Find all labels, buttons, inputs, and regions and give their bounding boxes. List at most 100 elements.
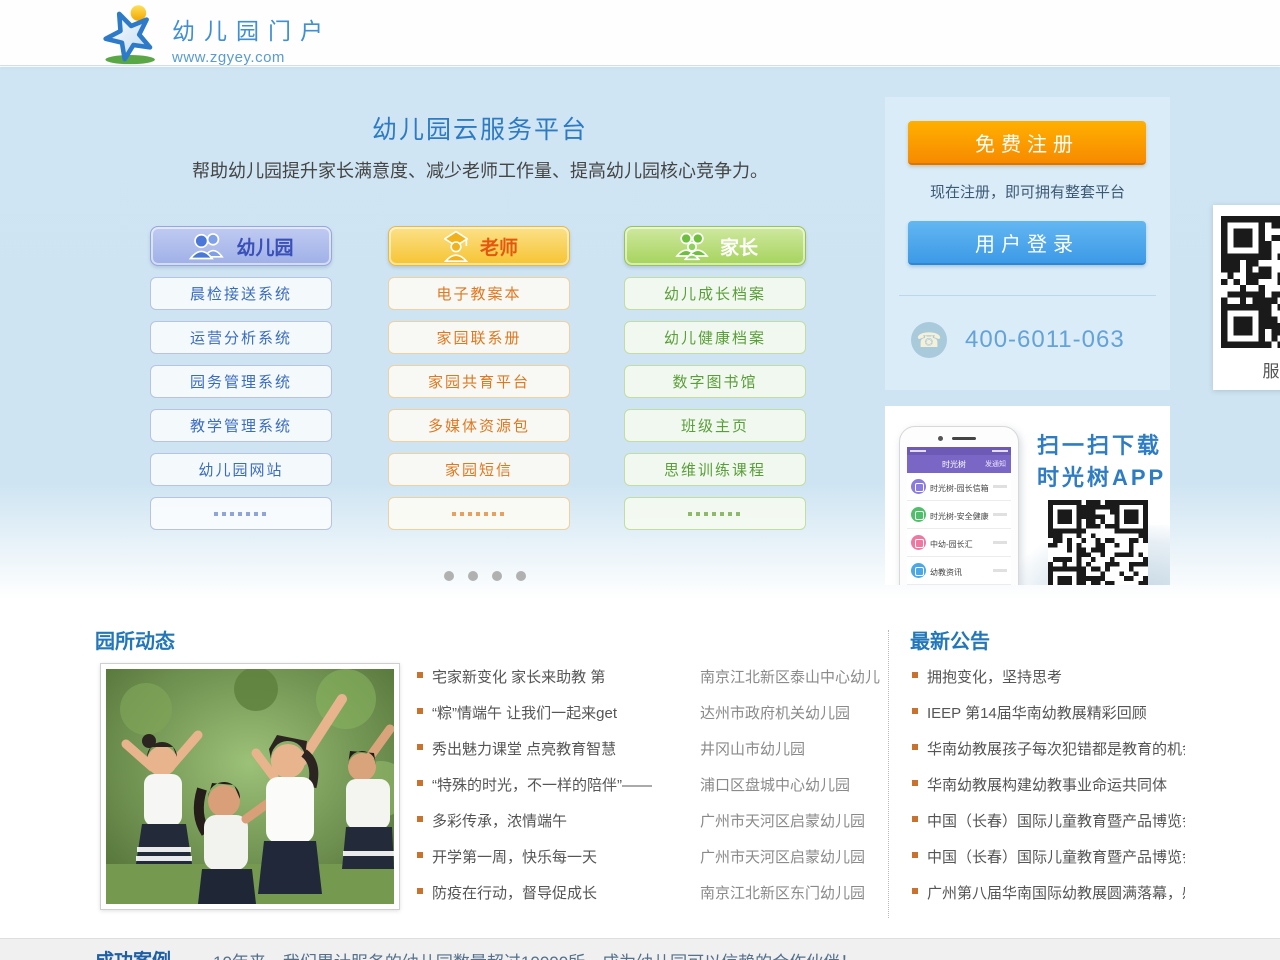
- notice-row[interactable]: 中国（长春）国际儿童教育暨产品博览会: [910, 810, 1185, 846]
- news-title[interactable]: 多彩传承，浓情端午: [432, 810, 700, 831]
- success-cases-bar: 成功案例 10年来，我们累计服务的幼儿园数量超过10000所，成为幼儿园可以信赖…: [0, 938, 1280, 960]
- news-title[interactable]: 防疫在行动，督导促成长: [432, 882, 700, 903]
- dotted-divider: [888, 630, 889, 918]
- register-button[interactable]: 免费注册: [908, 121, 1146, 165]
- success-cases-label[interactable]: 成功案例: [95, 946, 171, 960]
- column-teacher-header[interactable]: 老师: [388, 226, 570, 266]
- news-row[interactable]: 宅家新变化 家长来助教 第南京江北新区泰山中心幼儿: [415, 666, 880, 702]
- notice-section-title: 最新公告: [910, 625, 990, 654]
- notice-title[interactable]: IEEP 第14届华南幼教展精彩回顾: [927, 702, 1185, 723]
- menu-item[interactable]: 家园联系册: [388, 321, 570, 354]
- family-icon: [672, 231, 712, 261]
- menu-item[interactable]: 运营分析系统: [150, 321, 332, 354]
- menu-item[interactable]: 家园短信: [388, 453, 570, 486]
- hotline-row: ☎ 400-6011-063: [911, 322, 1125, 358]
- principal-icon: [911, 535, 926, 550]
- site-logo-star-icon[interactable]: [100, 2, 164, 66]
- carousel-dot[interactable]: [492, 571, 502, 581]
- bullet-icon: [912, 852, 918, 858]
- news-row[interactable]: “特殊的时光，不一样的陪伴”——浦口区盘城中心幼儿园: [415, 774, 880, 810]
- bullet-icon: [912, 708, 918, 714]
- menu-item-more[interactable]: [388, 497, 570, 530]
- news-row[interactable]: “粽”情端午 让我们一起来get达州市政府机关幼儿园: [415, 702, 880, 738]
- notice-title[interactable]: 拥抱变化，坚持思考: [927, 666, 1185, 687]
- column-kindergarten-label: 幼儿园: [236, 233, 293, 260]
- hero-subtitle: 帮助幼儿园提升家长满意度、减少老师工作量、提高幼儿园核心竞争力。: [60, 157, 900, 183]
- news-section-title: 园所动态: [95, 625, 175, 654]
- login-button[interactable]: 用户登录: [908, 221, 1146, 265]
- app-item-time: [993, 485, 1007, 488]
- news-source: 井冈山市幼儿园: [700, 738, 805, 759]
- menu-item[interactable]: 班级主页: [624, 409, 806, 442]
- column-parents: 家长 幼儿成长档案 幼儿健康档案 数字图书馆 班级主页 思维训练课程: [624, 226, 806, 530]
- notice-title[interactable]: 中国（长春）国际儿童教育暨产品博览会: [927, 810, 1185, 831]
- notice-title[interactable]: 中国（长春）国际儿童教育暨产品博览会: [927, 846, 1185, 867]
- news-list: 宅家新变化 家长来助教 第南京江北新区泰山中心幼儿 “粽”情端午 让我们一起来g…: [415, 666, 880, 918]
- app-action: 发通知: [985, 459, 1011, 469]
- column-parents-header[interactable]: 家长: [624, 226, 806, 266]
- health-icon: [911, 507, 926, 522]
- register-hint: 现在注册，即可拥有整套平台: [885, 181, 1170, 202]
- menu-item[interactable]: 教学管理系统: [150, 409, 332, 442]
- bullet-icon: [912, 780, 918, 786]
- menu-item[interactable]: 电子教案本: [388, 277, 570, 310]
- notice-row[interactable]: 华南幼教展孩子每次犯错都是教育的机会: [910, 738, 1185, 774]
- bullet-icon: [912, 672, 918, 678]
- menu-item[interactable]: 晨检接送系统: [150, 277, 332, 310]
- menu-item[interactable]: 幼儿健康档案: [624, 321, 806, 354]
- news-title[interactable]: “粽”情端午 让我们一起来get: [432, 702, 700, 723]
- news-title[interactable]: 秀出魅力课堂 点亮教育智慧: [432, 738, 700, 759]
- notice-row[interactable]: 中国（长春）国际儿童教育暨产品博览会: [910, 846, 1185, 882]
- notice-title[interactable]: 华南幼教展孩子每次犯错都是教育的机会: [927, 738, 1185, 759]
- carousel-dot[interactable]: [444, 571, 454, 581]
- app-list-item: 时光树-园长信箱: [907, 473, 1011, 501]
- notice-row[interactable]: IEEP 第14届华南幼教展精彩回顾: [910, 702, 1185, 738]
- column-kindergarten: 幼儿园 晨检接送系统 运营分析系统 园务管理系统 教学管理系统 幼儿园网站: [150, 226, 332, 530]
- brand-block: 幼儿园门户 www.zgyey.com: [172, 12, 332, 66]
- menu-item-more[interactable]: [150, 497, 332, 530]
- menu-item[interactable]: 幼儿成长档案: [624, 277, 806, 310]
- news-source: 广州市天河区启蒙幼儿园: [700, 810, 865, 831]
- menu-item[interactable]: 园务管理系统: [150, 365, 332, 398]
- bullet-icon: [417, 672, 423, 678]
- menu-item[interactable]: 幼儿园网站: [150, 453, 332, 486]
- news-row[interactable]: 多彩传承，浓情端午广州市天河区启蒙幼儿园: [415, 810, 880, 846]
- app-item-name: 时光树-安全健康: [930, 512, 989, 521]
- notice-row[interactable]: 华南幼教展构建幼教事业命运共同体: [910, 774, 1185, 810]
- news-title[interactable]: “特殊的时光，不一样的陪伴”——: [432, 774, 700, 795]
- app-list-item: 幼教资讯: [907, 557, 1011, 585]
- menu-item[interactable]: 多媒体资源包: [388, 409, 570, 442]
- divider: [899, 295, 1156, 296]
- menu-item[interactable]: 思维训练课程: [624, 453, 806, 486]
- notice-title[interactable]: 广州第八届华南国际幼教展圆满落幕，感: [927, 882, 1185, 903]
- service-qr-code: [1221, 216, 1280, 348]
- column-teacher: 老师 电子教案本 家园联系册 家园共育平台 多媒体资源包 家园短信: [388, 226, 570, 530]
- notice-row[interactable]: 广州第八届华南国际幼教展圆满落幕，感: [910, 882, 1185, 918]
- news-title[interactable]: 开学第一周，快乐每一天: [432, 846, 700, 867]
- app-promo-panel: 时光树 发通知 时光树-园长信箱 时光树-安全健康: [885, 406, 1170, 585]
- news-row[interactable]: 秀出魅力课堂 点亮教育智慧井冈山市幼儿园: [415, 738, 880, 774]
- notice-row[interactable]: 拥抱变化，坚持思考: [910, 666, 1185, 702]
- news-photo[interactable]: [100, 663, 400, 910]
- service-qr-label: 服务号: [1213, 357, 1280, 382]
- menu-item[interactable]: 家园共育平台: [388, 365, 570, 398]
- news-title[interactable]: 宅家新变化 家长来助教 第: [432, 666, 700, 687]
- carousel-dot[interactable]: [516, 571, 526, 581]
- app-item-time: [993, 569, 1007, 572]
- notice-title[interactable]: 华南幼教展构建幼教事业命运共同体: [927, 774, 1185, 795]
- menu-item[interactable]: 数字图书馆: [624, 365, 806, 398]
- column-kindergarten-header[interactable]: 幼儿园: [150, 226, 332, 266]
- app-promo-line1: 扫一扫下载: [1037, 428, 1162, 460]
- news-row[interactable]: 防疫在行动，督导促成长南京江北新区东门幼儿园: [415, 882, 880, 918]
- people-icon: [188, 231, 228, 261]
- app-list-item: 时光树-安全健康: [907, 501, 1011, 529]
- carousel-dot[interactable]: [468, 571, 478, 581]
- phone-mockup: 时光树 发通知 时光树-园长信箱 时光树-安全健康: [899, 426, 1019, 585]
- news-section: 园所动态 最新公告: [0, 600, 1280, 938]
- ellipsis-dots-icon: [214, 512, 268, 516]
- news-row[interactable]: 开学第一周，快乐每一天广州市天河区启蒙幼儿园: [415, 846, 880, 882]
- page: 幼儿园门户 www.zgyey.com 幼儿园云服务平台 帮助幼儿园提升家长满意…: [0, 0, 1280, 960]
- bullet-icon: [912, 888, 918, 894]
- menu-item-more[interactable]: [624, 497, 806, 530]
- brand-url[interactable]: www.zgyey.com: [172, 49, 332, 66]
